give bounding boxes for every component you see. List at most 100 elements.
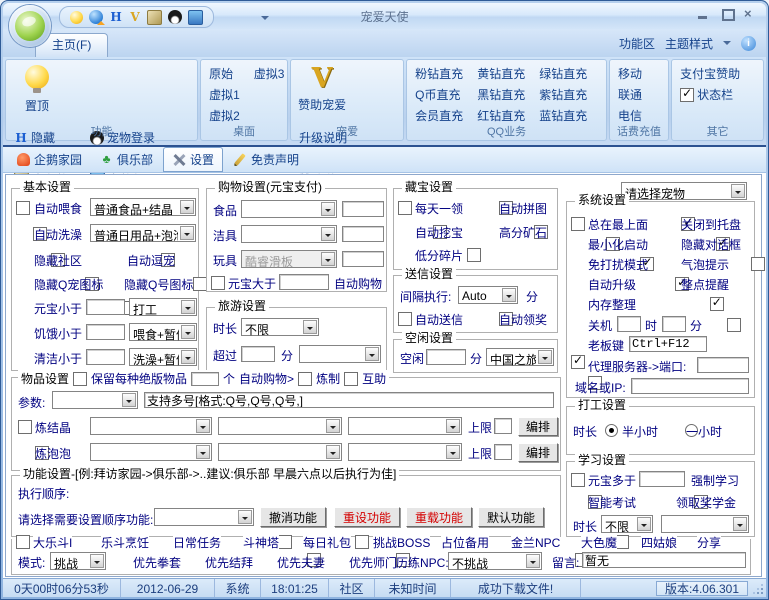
hunger-low-action-select[interactable]: 喂食+暂停 [129, 323, 197, 342]
toolbar-item-club[interactable]: 俱乐部 [92, 148, 161, 171]
ribbon-item-black-diamond[interactable]: 黑钻直充 [474, 84, 528, 105]
close-button[interactable]: × [744, 7, 758, 20]
dropdown-arrow-icon[interactable] [303, 320, 317, 334]
dropdown-arrow-icon[interactable] [238, 510, 252, 524]
toolbar-item-penguin-home[interactable]: 企鹅家园 [9, 148, 90, 171]
statusbar-toggle[interactable]: 状态栏 [677, 84, 758, 105]
dropdown-arrow-icon[interactable] [196, 445, 210, 459]
dropdown-arrow-icon[interactable] [321, 202, 335, 216]
pet-selector[interactable]: 请选择宠物 [621, 182, 747, 201]
statusbar-checkbox[interactable] [680, 86, 695, 102]
clean-low-action-select[interactable]: 洗澡+暂停 [129, 348, 197, 367]
toolbar-item-disclaimer[interactable]: 免责声明 [225, 148, 307, 171]
mail-interval-select[interactable]: Auto [458, 286, 518, 304]
dropdown-arrow-icon[interactable] [181, 300, 195, 314]
crystal-select-3[interactable] [348, 417, 462, 435]
dropdown-arrow-icon[interactable] [326, 419, 340, 433]
ribbon-item-green-diamond[interactable]: 绿钻直充 [536, 63, 590, 84]
ribbon-item-alipay-sponsor[interactable]: 支付宝赞助 [677, 63, 758, 84]
travel-duration-select[interactable]: 不限 [241, 318, 319, 337]
bubble-select-2[interactable] [218, 443, 342, 461]
theme-dropdown-icon[interactable] [723, 41, 731, 49]
battle-checkbox[interactable] [278, 535, 293, 549]
dropdown-arrow-icon[interactable] [181, 325, 195, 339]
yuanbao-low-input[interactable] [86, 299, 125, 315]
cleanser-qty-input[interactable] [342, 226, 384, 242]
yuanbao-many-checkbox[interactable] [571, 473, 585, 487]
study-duration-select[interactable]: 不限 [601, 515, 653, 534]
low-shard-checkbox[interactable] [467, 248, 482, 262]
yuanbao-high-input[interactable] [279, 274, 329, 290]
dropdown-arrow-icon[interactable] [326, 445, 340, 459]
crystal-limit-input[interactable] [494, 418, 512, 434]
order-function-select[interactable] [154, 508, 254, 526]
mutual-help-checkbox[interactable] [344, 371, 359, 386]
dropdown-arrow-icon[interactable] [196, 419, 210, 433]
battle-checkbox[interactable] [615, 535, 630, 549]
default-function-button[interactable]: 默认功能 [478, 507, 544, 527]
dropdown-arrow-icon[interactable] [365, 347, 379, 361]
info-icon[interactable] [741, 36, 756, 51]
keep-items-checkbox[interactable] [73, 371, 88, 386]
auto-feed-checkbox[interactable] [16, 201, 30, 215]
dropdown-arrow-icon[interactable] [538, 350, 552, 364]
idle-action-select[interactable]: 中国之旅 [486, 348, 554, 367]
param-select[interactable] [52, 391, 138, 409]
dropdown-arrow-icon[interactable] [180, 226, 194, 240]
boss-key-checkbox[interactable] [571, 353, 585, 369]
dropdown-arrow-icon[interactable] [122, 393, 136, 407]
ribbon-item-original[interactable]: 原始 [206, 63, 243, 84]
boss-key-input[interactable] [629, 336, 707, 352]
yuanbao-many-input[interactable] [639, 471, 685, 487]
half-hour-radio[interactable] [605, 424, 618, 437]
bubble-arrange-button[interactable]: 编排 [518, 443, 558, 462]
dropdown-arrow-icon[interactable] [180, 200, 194, 214]
dropdown-arrow-icon[interactable] [637, 517, 651, 531]
reset-function-button[interactable]: 重设功能 [334, 507, 400, 527]
battle-checkbox[interactable] [355, 535, 370, 549]
ribbon-item-virtual1[interactable]: 虚拟1 [206, 84, 243, 105]
study-subject-select[interactable] [661, 515, 749, 533]
dropdown-arrow-icon[interactable] [502, 288, 516, 302]
bubble-select-3[interactable] [348, 443, 462, 461]
ribbon-item-qcoin[interactable]: Q币直充 [412, 84, 466, 105]
auto-bathe-select[interactable]: 普通日用品+泡泡 [90, 224, 196, 243]
maximize-button[interactable] [720, 8, 735, 21]
param-input[interactable] [144, 392, 554, 408]
dropdown-arrow-icon[interactable] [90, 554, 104, 568]
crystal-arrange-button[interactable]: 编排 [518, 417, 558, 436]
dropdown-arrow-icon[interactable] [446, 445, 460, 459]
ribbon-item-unicom[interactable]: 联通 [615, 84, 663, 105]
dropdown-arrow-icon[interactable] [181, 350, 195, 364]
proxy-port-input[interactable] [697, 357, 749, 373]
refine-checkbox[interactable] [298, 371, 313, 386]
dropdown-arrow-icon[interactable] [446, 419, 460, 433]
crystal-select-2[interactable] [218, 417, 342, 435]
undo-function-button[interactable]: 撤消功能 [260, 507, 326, 527]
crystal-select-1[interactable] [90, 417, 212, 435]
mode-select[interactable]: 挑战 [50, 552, 106, 571]
battle-checkbox[interactable] [16, 535, 30, 549]
ribbon-item-yellow-diamond[interactable]: 黄钻直充 [474, 63, 528, 84]
hide-q-icon-checkbox[interactable] [192, 277, 207, 291]
toy-qty-input[interactable] [342, 251, 384, 267]
ribbon-item-virtual3[interactable]: 虚拟3 [251, 63, 288, 84]
minimize-button[interactable] [696, 8, 710, 20]
message-input[interactable] [582, 552, 746, 568]
shutdown-hour-input[interactable] [617, 316, 641, 332]
dropdown-arrow-icon[interactable] [526, 554, 540, 568]
sponsor-bigbutton[interactable]: 赞助宠爱 [296, 63, 348, 127]
idle-minutes-input[interactable] [426, 349, 466, 365]
shutdown-checkbox[interactable] [727, 318, 742, 332]
daily-claim-checkbox[interactable] [398, 201, 412, 215]
reload-function-button[interactable]: 重载功能 [406, 507, 472, 527]
bubble-select-1[interactable] [90, 443, 212, 461]
resize-grip[interactable] [752, 583, 764, 595]
dropdown-arrow-icon[interactable] [733, 517, 747, 531]
bubble-limit-input[interactable] [494, 444, 512, 460]
toolbar-item-settings[interactable]: 设置 [163, 147, 224, 172]
yuanbao-high-checkbox[interactable] [211, 276, 225, 290]
food-qty-input[interactable] [342, 201, 384, 217]
auto-send-checkbox[interactable] [398, 312, 412, 326]
function-area-button[interactable]: 功能区 [619, 35, 655, 52]
